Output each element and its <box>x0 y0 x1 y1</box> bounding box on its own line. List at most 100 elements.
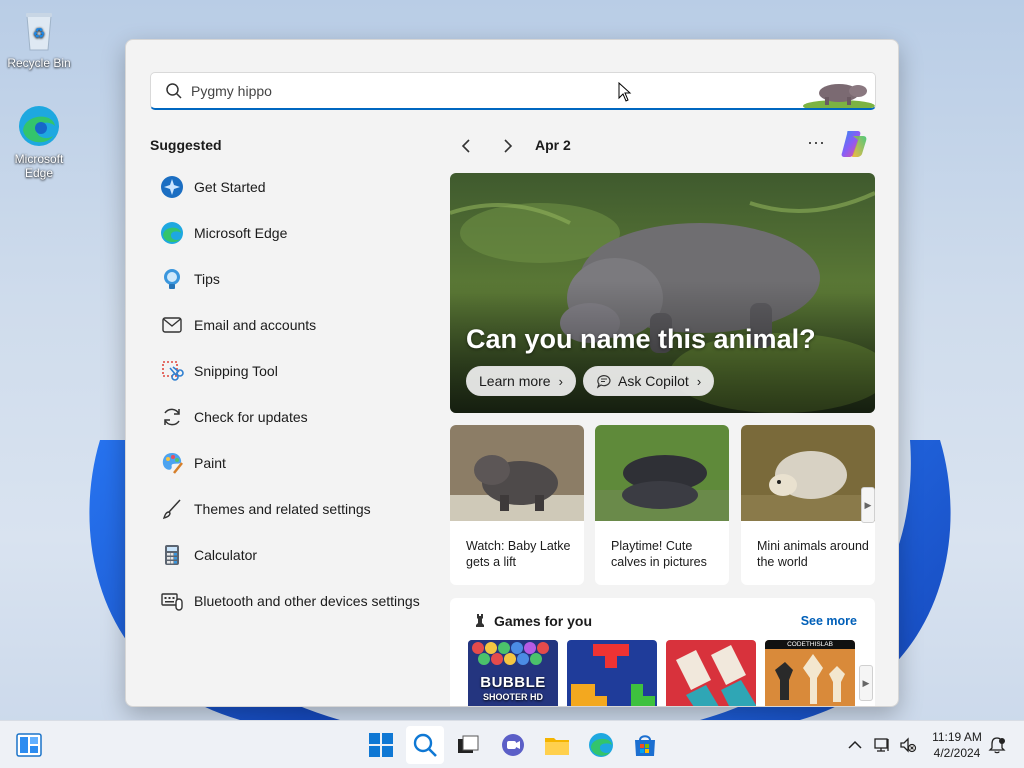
suggested-heading: Suggested <box>150 137 222 153</box>
game-tile-bubble-shooter[interactable]: BUBBLE SHOOTER HD <box>468 640 558 706</box>
chess-piece-icon <box>476 614 484 627</box>
desktop-icon-label: Microsoft Edge <box>14 152 64 180</box>
game-tile-title: CODETHISLAB <box>765 640 855 649</box>
news-card[interactable]: Mini animals around the world <box>741 425 875 585</box>
notifications-icon[interactable] <box>988 736 1006 754</box>
game-tile-title: BUBBLE <box>480 674 546 691</box>
file-explorer-icon[interactable] <box>544 732 570 758</box>
chat-icon <box>596 375 611 389</box>
edge-icon <box>19 106 59 146</box>
games-section: Games for you See more BUBBLE SHOOTER HD <box>450 598 875 706</box>
refresh-icon <box>164 408 180 426</box>
learn-more-button[interactable]: Learn more › <box>466 366 576 396</box>
desktop-icon-label: Recycle Bin <box>7 56 71 70</box>
games-heading: Games for you <box>494 613 593 629</box>
svg-text:♻: ♻ <box>33 26 46 42</box>
search-panel: Suggested Get Started Microsoft Edge Tip… <box>125 39 899 707</box>
suggested-item-label: Bluetooth and other devices settings <box>194 593 420 609</box>
taskbar: 11:19 AM 4/2/2024 <box>0 720 1024 768</box>
suggested-item-label: Microsoft Edge <box>194 225 288 241</box>
copilot-icon[interactable] <box>838 128 870 160</box>
suggested-item-paint[interactable]: Paint <box>150 440 440 486</box>
suggested-item-label: Email and accounts <box>194 317 317 333</box>
suggested-item-tips[interactable]: Tips <box>150 256 440 302</box>
search-box[interactable] <box>150 72 876 110</box>
snipping-tool-icon <box>162 361 184 381</box>
taskbar-search-icon[interactable] <box>412 732 438 758</box>
pygmy-hippo-thumbnail <box>803 73 875 108</box>
game-tile-subtitle: SHOOTER HD <box>482 692 543 702</box>
game-tile-chess[interactable]: CODETHISLAB <box>765 640 855 706</box>
suggested-item-get-started[interactable]: Get Started <box>150 164 440 210</box>
hippo-calves-photo <box>595 425 729 521</box>
suggested-list: Get Started Microsoft Edge Tips Email an… <box>150 164 440 624</box>
suggested-item-calculator[interactable]: Calculator <box>150 532 440 578</box>
news-card[interactable]: Playtime! Cute calves in pictures <box>595 425 729 585</box>
get-started-icon <box>161 176 183 198</box>
next-button[interactable] <box>496 135 518 157</box>
network-icon[interactable] <box>873 736 891 754</box>
block-puzzle-art <box>567 640 657 706</box>
stack-game-art <box>666 640 756 706</box>
desktop-icon-recycle-bin[interactable]: ♻ Recycle Bin <box>1 8 77 70</box>
news-card[interactable]: Watch: Baby Latke gets a lift <box>450 425 584 585</box>
suggested-item-bluetooth-devices[interactable]: Bluetooth and other devices settings <box>150 578 440 624</box>
suggested-item-microsoft-edge[interactable]: Microsoft Edge <box>150 210 440 256</box>
suggested-item-label: Tips <box>194 271 220 287</box>
edge-icon[interactable] <box>588 732 614 758</box>
suggested-item-label: Themes and related settings <box>194 501 371 517</box>
clock-time: 11:19 AM <box>932 730 982 744</box>
cards-scroll-right-button[interactable]: ▶ <box>861 487 875 523</box>
suggested-item-label: Get Started <box>194 179 266 195</box>
news-card-caption: Playtime! Cute calves in pictures <box>611 539 707 569</box>
mouse-cursor <box>618 82 632 102</box>
hedgehog-photo <box>741 425 875 521</box>
suggested-item-label: Check for updates <box>194 409 308 425</box>
news-cards: Watch: Baby Latke gets a lift Playtime! … <box>450 425 875 585</box>
suggested-item-label: Paint <box>194 455 226 471</box>
ask-copilot-label: Ask Copilot <box>618 373 689 389</box>
windows-start-icon[interactable] <box>368 732 394 758</box>
previous-button[interactable] <box>456 135 478 157</box>
tips-icon <box>164 269 180 289</box>
system-clock[interactable]: 11:19 AM 4/2/2024 <box>926 729 988 761</box>
suggested-item-email-and-accounts[interactable]: Email and accounts <box>150 302 440 348</box>
more-options-button[interactable]: ··· <box>806 132 826 154</box>
search-input[interactable] <box>191 73 791 108</box>
widgets-icon[interactable] <box>16 732 42 758</box>
calculator-icon <box>165 545 179 565</box>
volume-muted-icon[interactable] <box>899 736 917 754</box>
game-tile-blocks[interactable] <box>567 640 657 706</box>
chevron-right-icon: › <box>558 373 563 389</box>
see-more-link[interactable]: See more <box>801 614 857 628</box>
brush-icon <box>162 499 181 520</box>
hero-title: Can you name this animal? <box>466 324 816 354</box>
chevron-right-icon: › <box>696 373 702 389</box>
news-card-caption: Mini animals around the world <box>757 539 869 569</box>
suggested-item-label: Calculator <box>194 547 258 563</box>
chevron-up-icon[interactable] <box>846 736 864 754</box>
clock-date: 4/2/2024 <box>933 746 981 760</box>
games-scroll-right-button[interactable]: ▶ <box>859 665 873 701</box>
task-view-icon[interactable] <box>455 732 481 758</box>
baby-hippo-photo <box>450 425 584 521</box>
microsoft-store-icon[interactable] <box>632 732 658 758</box>
date-label: Apr 2 <box>535 137 571 153</box>
devices-icon <box>161 593 183 611</box>
desktop-icon-edge[interactable]: Microsoft Edge <box>1 104 77 180</box>
hero-card[interactable]: Can you name this animal? Learn more › A… <box>450 173 875 413</box>
suggested-item-label: Snipping Tool <box>194 363 278 379</box>
teams-chat-icon[interactable] <box>500 732 526 758</box>
recycle-bin-icon: ♻ <box>26 13 52 51</box>
news-card-caption: Watch: Baby Latke gets a lift <box>466 539 571 569</box>
search-icon <box>166 83 182 99</box>
edge-icon <box>161 222 183 244</box>
suggested-item-snipping-tool[interactable]: Snipping Tool <box>150 348 440 394</box>
learn-more-label: Learn more <box>479 373 551 389</box>
suggested-item-themes[interactable]: Themes and related settings <box>150 486 440 532</box>
ask-copilot-button[interactable]: Ask Copilot › <box>583 366 715 396</box>
suggested-item-check-for-updates[interactable]: Check for updates <box>150 394 440 440</box>
game-tile-stack[interactable] <box>666 640 756 706</box>
mail-icon <box>162 317 182 333</box>
paint-icon <box>162 453 183 474</box>
